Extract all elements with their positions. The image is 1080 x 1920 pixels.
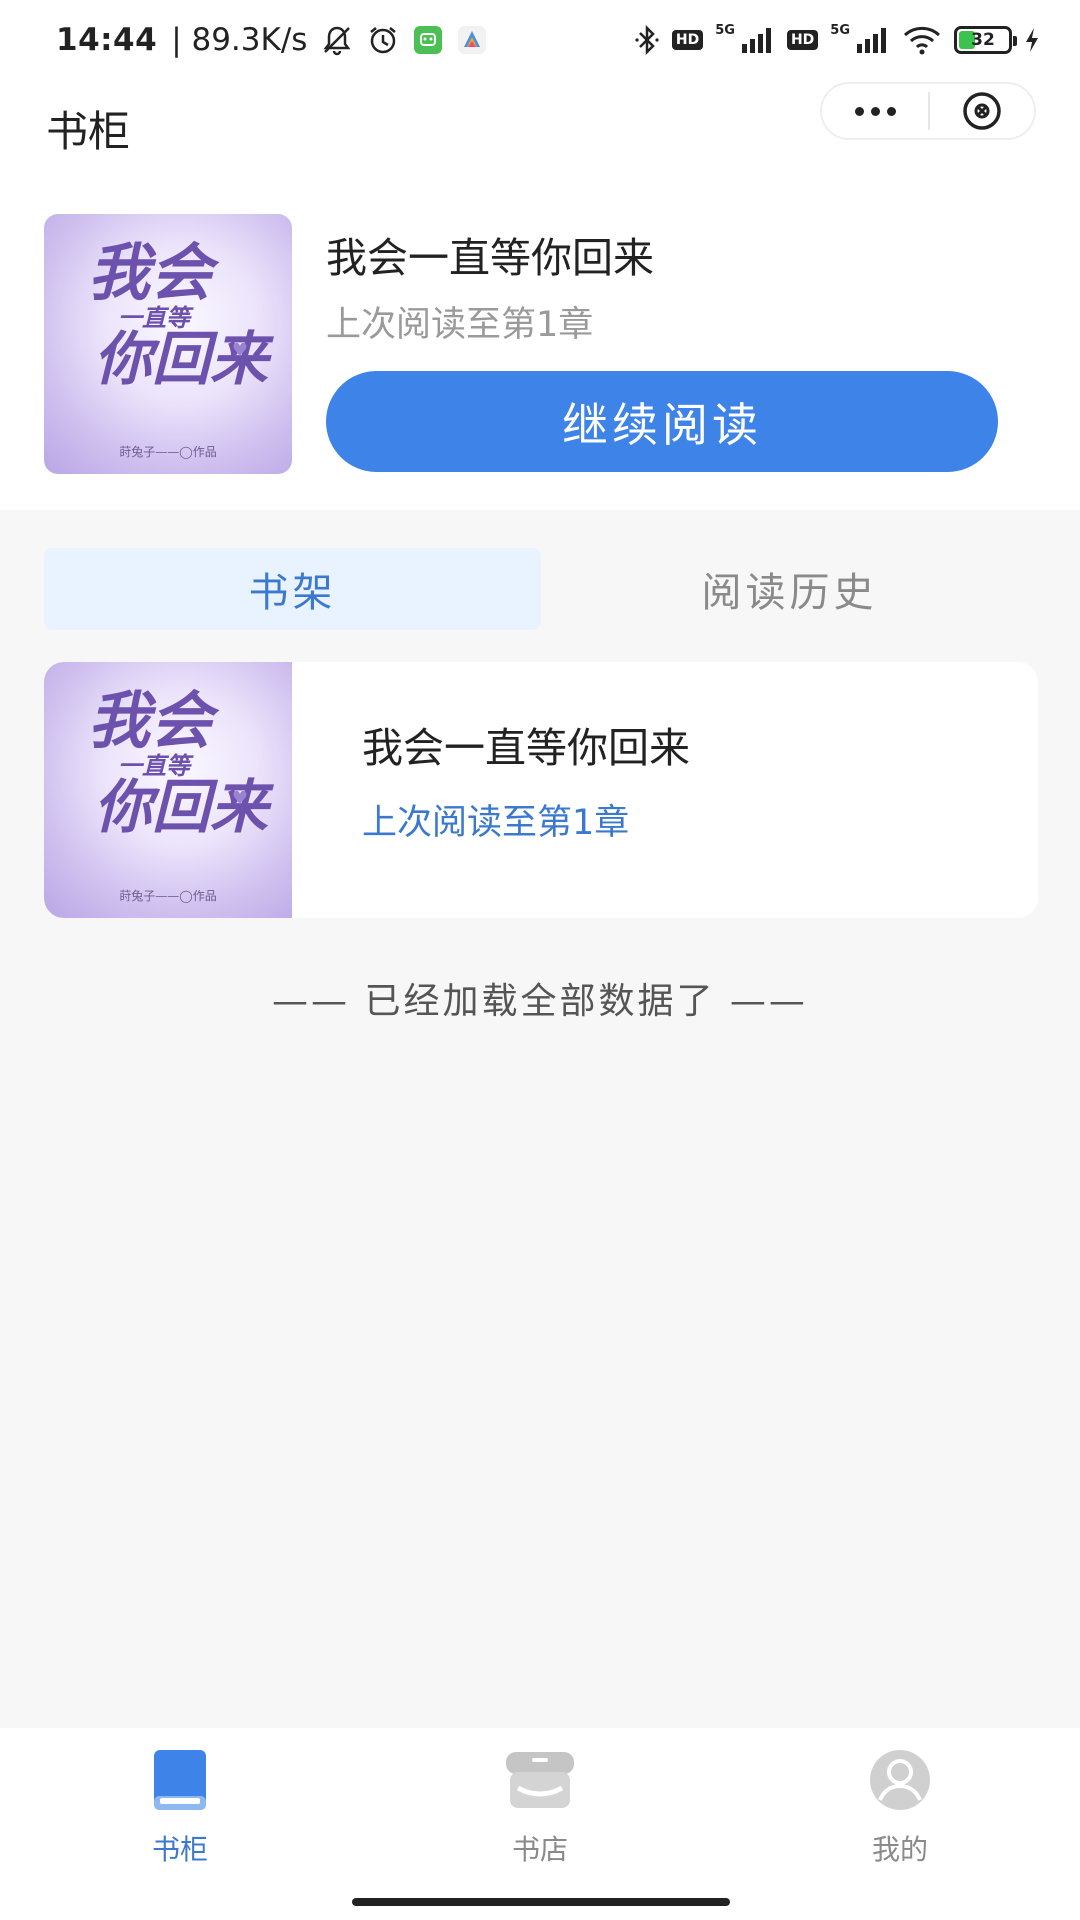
- mute-bell-icon: [321, 24, 353, 56]
- bottom-nav: 书柜 书店 我的: [0, 1728, 1080, 1920]
- nav-label-mine: 我的: [871, 1833, 928, 1866]
- wifi-icon: [902, 25, 942, 55]
- signal-icon-2: [856, 26, 890, 54]
- book-icon: [148, 1748, 212, 1816]
- tab-reading-history[interactable]: 阅读历史: [541, 548, 1038, 630]
- charging-icon: [1024, 27, 1040, 53]
- bluetooth-icon: [634, 24, 660, 56]
- nav-label-bookstore: 书店: [511, 1833, 568, 1866]
- tab-bookshelf[interactable]: 书架: [44, 548, 541, 630]
- hd-badge-2: HD: [786, 30, 819, 50]
- status-time: 14:44: [56, 22, 158, 58]
- close-icon[interactable]: [930, 84, 1034, 138]
- continue-reading-button[interactable]: 继续阅读: [326, 371, 998, 472]
- heart-icon: ♥: [231, 340, 248, 361]
- list-end-text: —— 已经加载全部数据了 ——: [272, 981, 808, 1022]
- more-icon[interactable]: [822, 84, 928, 138]
- app-icon-2: [457, 25, 487, 55]
- signal-label-2: 5G: [830, 22, 850, 38]
- home-indicator[interactable]: [352, 1898, 730, 1906]
- nav-item-bookcase[interactable]: 书柜: [0, 1728, 360, 1920]
- cover-title-art: 我会 一直等 你回来: [88, 684, 269, 841]
- status-bar: 14:44 | 89.3K/s HD 5G HD 5G 32: [0, 0, 1080, 80]
- hd-badge-1: HD: [671, 30, 704, 50]
- alarm-icon: [367, 24, 399, 56]
- continue-book-progress: 上次阅读至第1章: [326, 305, 594, 345]
- store-icon: [504, 1748, 576, 1816]
- list-item[interactable]: 我会 一直等 你回来 ♥ 莳兔子——◯作品 我会一直等你回来 上次阅读至第1章: [44, 662, 1038, 918]
- mini-program-capsule: [820, 82, 1036, 140]
- network-speed: | 89.3K/s: [171, 22, 308, 58]
- page-title: 书柜: [46, 107, 131, 156]
- cover-title-art: 我会 一直等 你回来: [88, 236, 269, 393]
- shelf-book-progress: 上次阅读至第1章: [362, 803, 630, 843]
- battery-icon: 32: [954, 26, 1017, 54]
- shelf-book-title: 我会一直等你回来: [362, 724, 690, 772]
- continue-book-title: 我会一直等你回来: [326, 234, 654, 282]
- continue-book-cover[interactable]: 我会 一直等 你回来 ♥ 莳兔子——◯作品: [44, 214, 292, 474]
- nav-item-mine[interactable]: 我的: [720, 1728, 1080, 1920]
- nav-item-bookstore[interactable]: 书店: [360, 1728, 720, 1920]
- nav-label-bookcase: 书柜: [151, 1833, 208, 1866]
- signal-label-1: 5G: [715, 22, 735, 38]
- app-icon: [413, 25, 443, 55]
- cover-author: 莳兔子——◯作品: [119, 445, 217, 459]
- shelf-book-cover: 我会 一直等 你回来 ♥ 莳兔子——◯作品: [44, 662, 292, 918]
- signal-icon: [741, 26, 775, 54]
- battery-level: 32: [971, 30, 995, 50]
- shelf-tabs: 书架 阅读历史: [44, 548, 1038, 630]
- cover-author: 莳兔子——◯作品: [119, 889, 217, 903]
- heart-icon: ♥: [231, 788, 248, 809]
- user-icon: [864, 1748, 936, 1816]
